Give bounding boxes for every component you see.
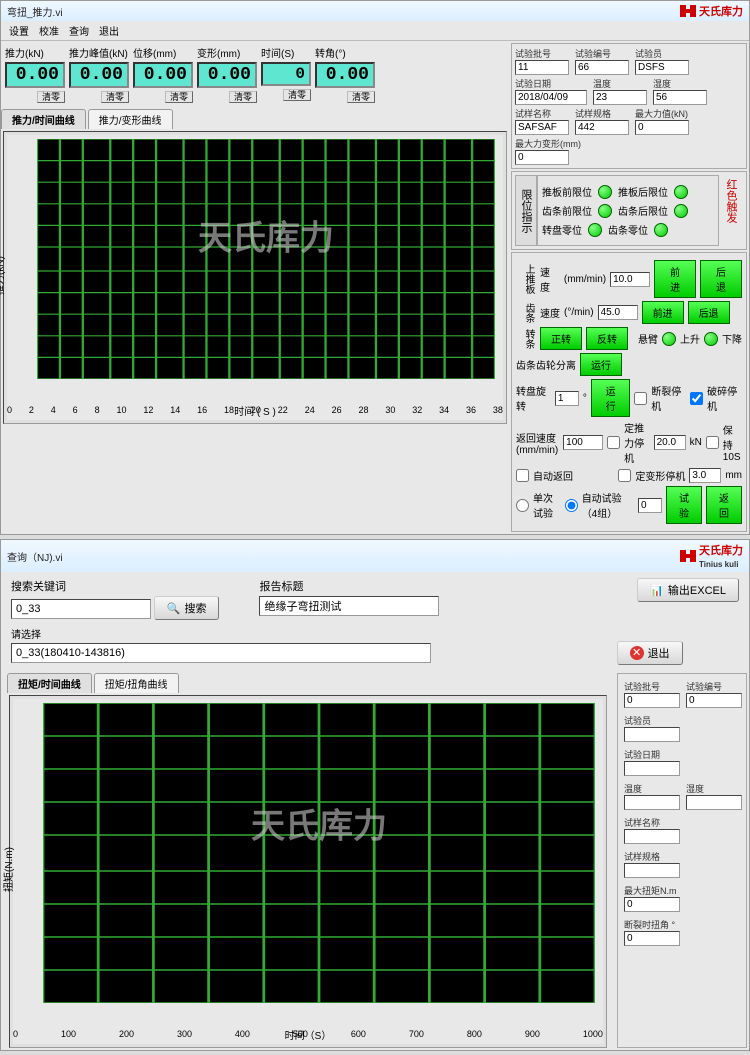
select-record-input[interactable] [11,643,431,663]
chart-tabs-bottom: 扭矩/时间曲线 扭矩/扭角曲线 [7,673,609,693]
clear-peak[interactable]: 清零 [101,91,129,103]
ret-input[interactable] [563,435,603,450]
export-excel-button[interactable]: 📊输出EXCEL [637,578,739,602]
excel-icon: 📊 [650,584,664,597]
lcd-time: 0 [261,62,311,86]
tester-input[interactable] [635,60,689,75]
clear-angle[interactable]: 清零 [347,91,375,103]
date-input[interactable] [515,90,587,105]
led-rack-zero [654,223,668,237]
no-input[interactable] [575,60,629,75]
mode-single-radio[interactable] [516,499,529,512]
back2-button[interactable]: 后退 [688,301,730,324]
led-rack-back [674,204,688,218]
stop1-check[interactable] [634,392,647,405]
lcd-disp: 0.00 [133,62,193,88]
titlebar-bottom: 查询（NJ).vi 天氏库力Tinius kuli [1,540,749,572]
ccw-button[interactable]: 反转 [586,327,628,350]
clear-deform[interactable]: 清零 [229,91,257,103]
stop1b-check[interactable] [690,392,703,405]
limit-indicators: 限位指示 推板前限位推板后限位 齿条前限位齿条后限位 转盘零位齿条零位 红色触发 [511,171,747,250]
report-title-input[interactable] [259,596,439,616]
spec-input[interactable] [575,120,629,135]
rot-input[interactable] [555,391,579,406]
lcd-angle: 0.00 [315,62,375,88]
clear-disp[interactable]: 清零 [165,91,193,103]
motion-controls: 上推板速度(mm/min)前进后退 齿条速度(°/min)前进后退 转条正转反转… [511,252,747,532]
search-button[interactable]: 🔍搜索 [154,596,220,620]
test-info: 试验批号 试验编号 试验员 试验日期 温度 湿度 试样名称 试样规格 最大力值(… [511,43,747,169]
cw-button[interactable]: 正转 [540,327,582,350]
lcd-force: 0.00 [5,62,65,88]
maxd-input[interactable] [515,150,569,165]
lcd-peak: 0.00 [69,62,129,88]
batch-input[interactable] [515,60,569,75]
titlebar-top: 弯扭_推力.vi 天氏库力 [1,1,749,21]
back1-button[interactable]: 后退 [700,260,742,298]
exit-button[interactable]: ✕退出 [617,641,683,665]
r-name[interactable] [624,829,680,844]
return-button[interactable]: 返回 [706,486,742,524]
chart-tabs-top: 推力/时间曲线 推力/变形曲线 [1,109,509,129]
tab-force-time[interactable]: 推力/时间曲线 [1,109,86,129]
search-icon: 🔍 [167,602,181,615]
chart-bottom: 天氏库力 [43,703,595,1003]
fwd2-button[interactable]: 前进 [642,301,684,324]
x-ticks-top: 02468101214161820222426283032343638 [7,405,503,415]
r-tester[interactable] [624,727,680,742]
r-ang[interactable] [624,931,680,946]
clear-time[interactable]: 清零 [283,89,311,101]
led-plate-front [598,185,612,199]
hold-check[interactable] [706,436,719,449]
tab-torque-time[interactable]: 扭矩/时间曲线 [7,673,92,693]
stop2-check[interactable] [607,436,620,449]
lcd-readouts: 推力(kN)0.00清零 推力峰值(kN)0.00清零 位移(mm)0.00清零… [1,41,509,107]
close-icon: ✕ [630,646,644,660]
autoret-check[interactable] [516,469,529,482]
led-up [662,332,676,346]
rot-button[interactable]: 运行 [591,379,630,417]
sep-button[interactable]: 运行 [580,353,622,376]
r-no[interactable] [686,693,742,708]
lcd-deform: 0.00 [197,62,257,88]
clear-force[interactable]: 清零 [37,91,65,103]
r-maxt[interactable] [624,897,680,912]
query-title: 查询（NJ).vi [7,549,63,564]
window-title: 弯扭_推力.vi [7,4,63,19]
menu-calibrate[interactable]: 校准 [39,23,59,38]
brand-logo: 天氏库力 [679,3,743,19]
menu-settings[interactable]: 设置 [9,23,29,38]
r-spec[interactable] [624,863,680,878]
menu-exit[interactable]: 退出 [99,23,119,38]
humid-input[interactable] [653,90,707,105]
speed1-input[interactable] [610,272,650,287]
brand-logo-2: 天氏库力Tinius kuli [679,542,743,570]
query-window: 查询（NJ).vi 天氏库力Tinius kuli 搜索关键词 🔍搜索 报告标题… [0,539,750,1051]
stop3-check[interactable] [618,469,631,482]
name-input[interactable] [515,120,569,135]
led-down [704,332,718,346]
mode-auto-radio[interactable] [565,499,578,512]
r-batch[interactable] [624,693,680,708]
r-date[interactable] [624,761,680,776]
chart-top: 天氏库力 [37,139,495,379]
temp-input[interactable] [593,90,647,105]
push-window: 弯扭_推力.vi 天氏库力 设置 校准 查询 退出 推力(kN)0.00清零 推… [0,0,750,535]
x-ticks-bottom: 01002003004005006007008009001000 [13,1029,603,1039]
result-fields: 试验批号 试验编号 试验员 试验日期 温度 湿度 试样名称 试样规格 最大扭矩N… [617,673,747,1048]
tab-torque-angle[interactable]: 扭矩/扭角曲线 [94,673,179,693]
search-input[interactable] [11,599,151,619]
fwd1-button[interactable]: 前进 [654,260,696,298]
menu-query[interactable]: 查询 [69,23,89,38]
led-rack-front [598,204,612,218]
led-disc-zero [588,223,602,237]
r-humid[interactable] [686,795,742,810]
tab-force-deform[interactable]: 推力/变形曲线 [88,109,173,129]
test-button[interactable]: 试验 [666,486,702,524]
menu-bar: 设置 校准 查询 退出 [1,21,749,41]
speed2-input[interactable] [598,305,638,320]
maxf-input[interactable] [635,120,689,135]
r-temp[interactable] [624,795,680,810]
led-plate-back [674,185,688,199]
